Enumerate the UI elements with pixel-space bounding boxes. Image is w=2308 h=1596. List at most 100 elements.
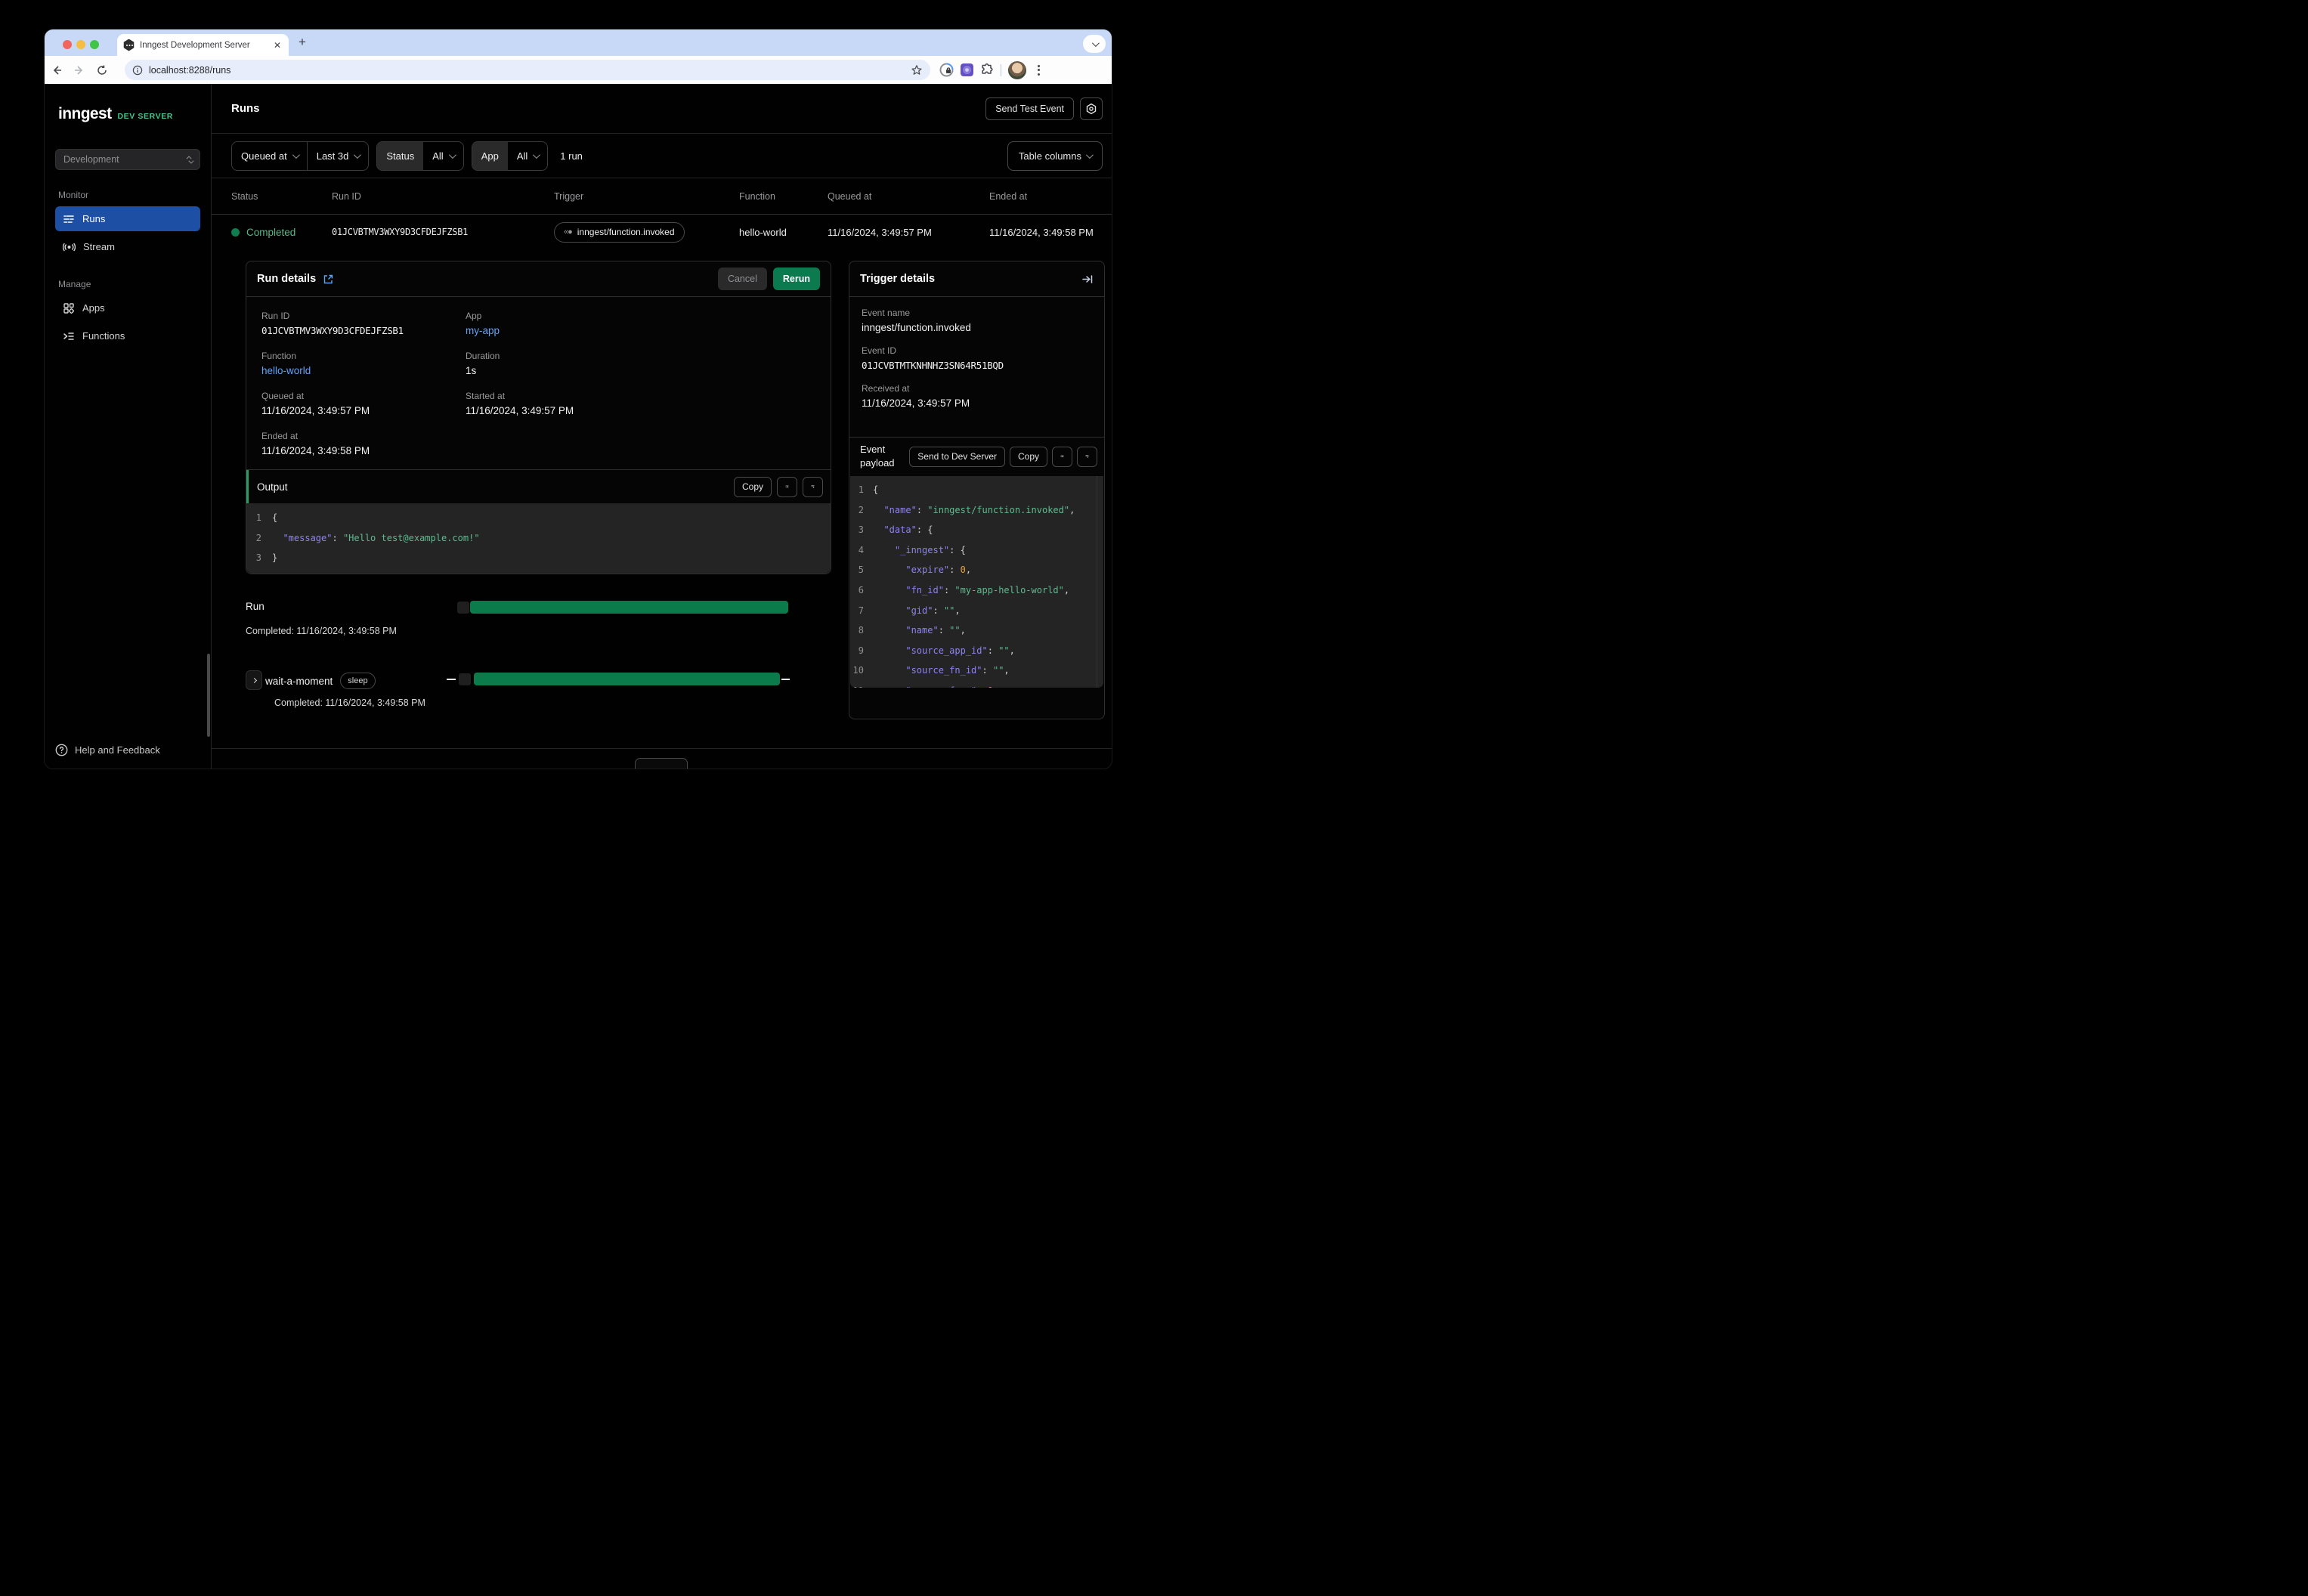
code-line: 6 "fn_id": "my-app-hello-world",: [850, 580, 1103, 601]
event-payload-code[interactable]: 1{2 "name": "inngest/function.invoked", 3…: [850, 476, 1103, 688]
bookmark-star-icon[interactable]: [911, 64, 923, 76]
sidebar-item-runs[interactable]: Runs: [55, 206, 200, 231]
timeline-queue-segment: [457, 602, 469, 614]
forward-icon[interactable]: [73, 64, 96, 76]
ended-at-cell: 11/16/2024, 3:49:58 PM: [989, 226, 1094, 238]
code-content: }: [272, 552, 278, 564]
code-line: 2 "message": "Hello test@example.com!": [246, 528, 831, 549]
chevron-down-icon: [292, 150, 300, 159]
word-wrap-button[interactable]: [777, 476, 797, 497]
table-columns-button[interactable]: Table columns: [1007, 141, 1103, 171]
timeline-row-run[interactable]: Run Completed: 11/16/2024, 3:49:58 PM: [246, 601, 831, 673]
app-link[interactable]: my-app: [466, 325, 815, 336]
site-info-icon[interactable]: [132, 65, 143, 76]
stream-icon: [63, 243, 76, 251]
browser-tab[interactable]: Inngest Development Server ✕: [117, 34, 289, 56]
timeline-completed: Completed: 11/16/2024, 3:49:58 PM: [274, 697, 425, 708]
cancel-button[interactable]: Cancel: [717, 268, 767, 290]
reload-icon[interactable]: [96, 64, 119, 76]
time-filter[interactable]: Queued at Last 3d: [231, 141, 370, 171]
sidebar-item-stream[interactable]: Stream: [55, 234, 200, 259]
extensions-puzzle-icon[interactable]: [980, 63, 994, 77]
clipped-bottom-button[interactable]: [635, 758, 688, 769]
open-external-icon[interactable]: [323, 274, 334, 285]
environment-select[interactable]: Development: [55, 149, 200, 170]
copy-payload-button[interactable]: Copy: [1009, 446, 1047, 467]
browser-extension-icon[interactable]: [961, 63, 973, 76]
trigger-name: inngest/function.invoked: [577, 227, 675, 237]
window-close-button[interactable]: [63, 40, 72, 49]
filter-bar: Queued at Last 3d Status All App All 1 r…: [212, 134, 1112, 178]
column-header: Trigger: [554, 190, 584, 202]
time-field-label: Queued at: [241, 150, 287, 162]
time-field-dropdown[interactable]: Queued at: [232, 142, 307, 170]
inngest-logo: inngest: [58, 105, 112, 122]
tab-close-icon[interactable]: ✕: [272, 40, 283, 51]
code-line: 4 "_inngest": {: [850, 540, 1103, 561]
send-test-event-button[interactable]: Send Test Event: [985, 97, 1074, 120]
status-filter[interactable]: Status All: [376, 141, 464, 171]
browser-toolbar: localhost:8288/runs: [45, 56, 1112, 84]
timeline-bar[interactable]: [474, 673, 780, 685]
dev-server-badge: DEV SERVER: [117, 112, 173, 121]
timeline-connector: [781, 679, 790, 680]
app-filter-value[interactable]: All: [508, 142, 547, 170]
help-icon: [55, 744, 68, 756]
timeline-row-step[interactable]: wait-a-moment sleep Completed: 11/16/202…: [246, 670, 831, 744]
sidebar-item-label: Apps: [82, 302, 105, 314]
timeline-bar[interactable]: [470, 601, 788, 614]
code-scrollbar[interactable]: [1097, 476, 1103, 688]
code-content: "source_fn_id": "",: [905, 665, 1010, 676]
code-line: 9 "source_app_id": "",: [850, 641, 1103, 661]
column-header: Run ID: [332, 190, 361, 202]
browser-menu-icon[interactable]: [1033, 64, 1044, 76]
status-dot-icon: [231, 227, 240, 237]
help-and-feedback[interactable]: Help and Feedback: [55, 744, 160, 756]
column-header: Status: [231, 190, 258, 202]
word-wrap-button[interactable]: [1052, 446, 1072, 467]
rerun-button[interactable]: Rerun: [772, 268, 820, 290]
url-bar[interactable]: localhost:8288/runs: [125, 60, 930, 80]
app-filter[interactable]: App All: [471, 141, 549, 171]
send-to-dev-server-button[interactable]: Send to Dev Server: [909, 446, 1005, 467]
expand-step-button[interactable]: [246, 670, 262, 690]
window-minimize-button[interactable]: [76, 40, 85, 49]
runs-icon: [63, 215, 74, 223]
sidebar-item-label: Runs: [82, 213, 106, 224]
code-line: 1{: [246, 508, 831, 528]
function-link[interactable]: hello-world: [261, 365, 466, 376]
timeline-connector: [447, 679, 456, 680]
functions-icon: [63, 332, 74, 340]
tabstrip-chevron-icon[interactable]: [1083, 35, 1106, 53]
sidebar-item-functions[interactable]: Functions: [55, 323, 200, 348]
code-content: "data": {: [883, 524, 933, 536]
browser-window: Inngest Development Server ✕ + localhost…: [45, 29, 1112, 769]
url-text[interactable]: localhost:8288/runs: [149, 65, 905, 76]
collapse-panel-icon[interactable]: [1081, 274, 1094, 285]
line-number: 5: [858, 564, 864, 576]
run-details-title: Run details: [257, 273, 317, 285]
scroll-to-bottom-button[interactable]: [1077, 446, 1097, 467]
profile-avatar[interactable]: [1008, 60, 1026, 79]
status-filter-value[interactable]: All: [423, 142, 463, 170]
time-range-dropdown[interactable]: Last 3d: [308, 142, 369, 170]
event-signal-icon: «●: [564, 227, 573, 237]
line-number: 3: [858, 524, 864, 536]
scroll-to-bottom-button[interactable]: [803, 476, 823, 497]
output-code[interactable]: 1{2 "message": "Hello test@example.com!"…: [246, 503, 831, 574]
line-number: 10: [852, 665, 864, 676]
sidebar-item-apps[interactable]: Apps: [55, 295, 200, 320]
new-tab-button[interactable]: +: [299, 36, 306, 49]
column-header: Ended at: [989, 190, 1028, 202]
window-zoom-button[interactable]: [90, 40, 99, 49]
line-number: 4: [858, 544, 864, 555]
copy-output-button[interactable]: Copy: [733, 476, 772, 497]
sidebar-item-label: Stream: [83, 241, 115, 252]
sidebar-scrollbar[interactable]: [207, 654, 210, 737]
trigger-pill[interactable]: «● inngest/function.invoked: [554, 221, 685, 243]
back-icon[interactable]: [51, 64, 73, 76]
settings-button[interactable]: [1080, 97, 1103, 120]
password-manager-icon[interactable]: [939, 63, 954, 77]
line-number: 1: [255, 512, 261, 523]
table-row[interactable]: Completed 01JCVBTMV3WXY9D3CFDEJFZSB1 «● …: [212, 215, 1112, 249]
